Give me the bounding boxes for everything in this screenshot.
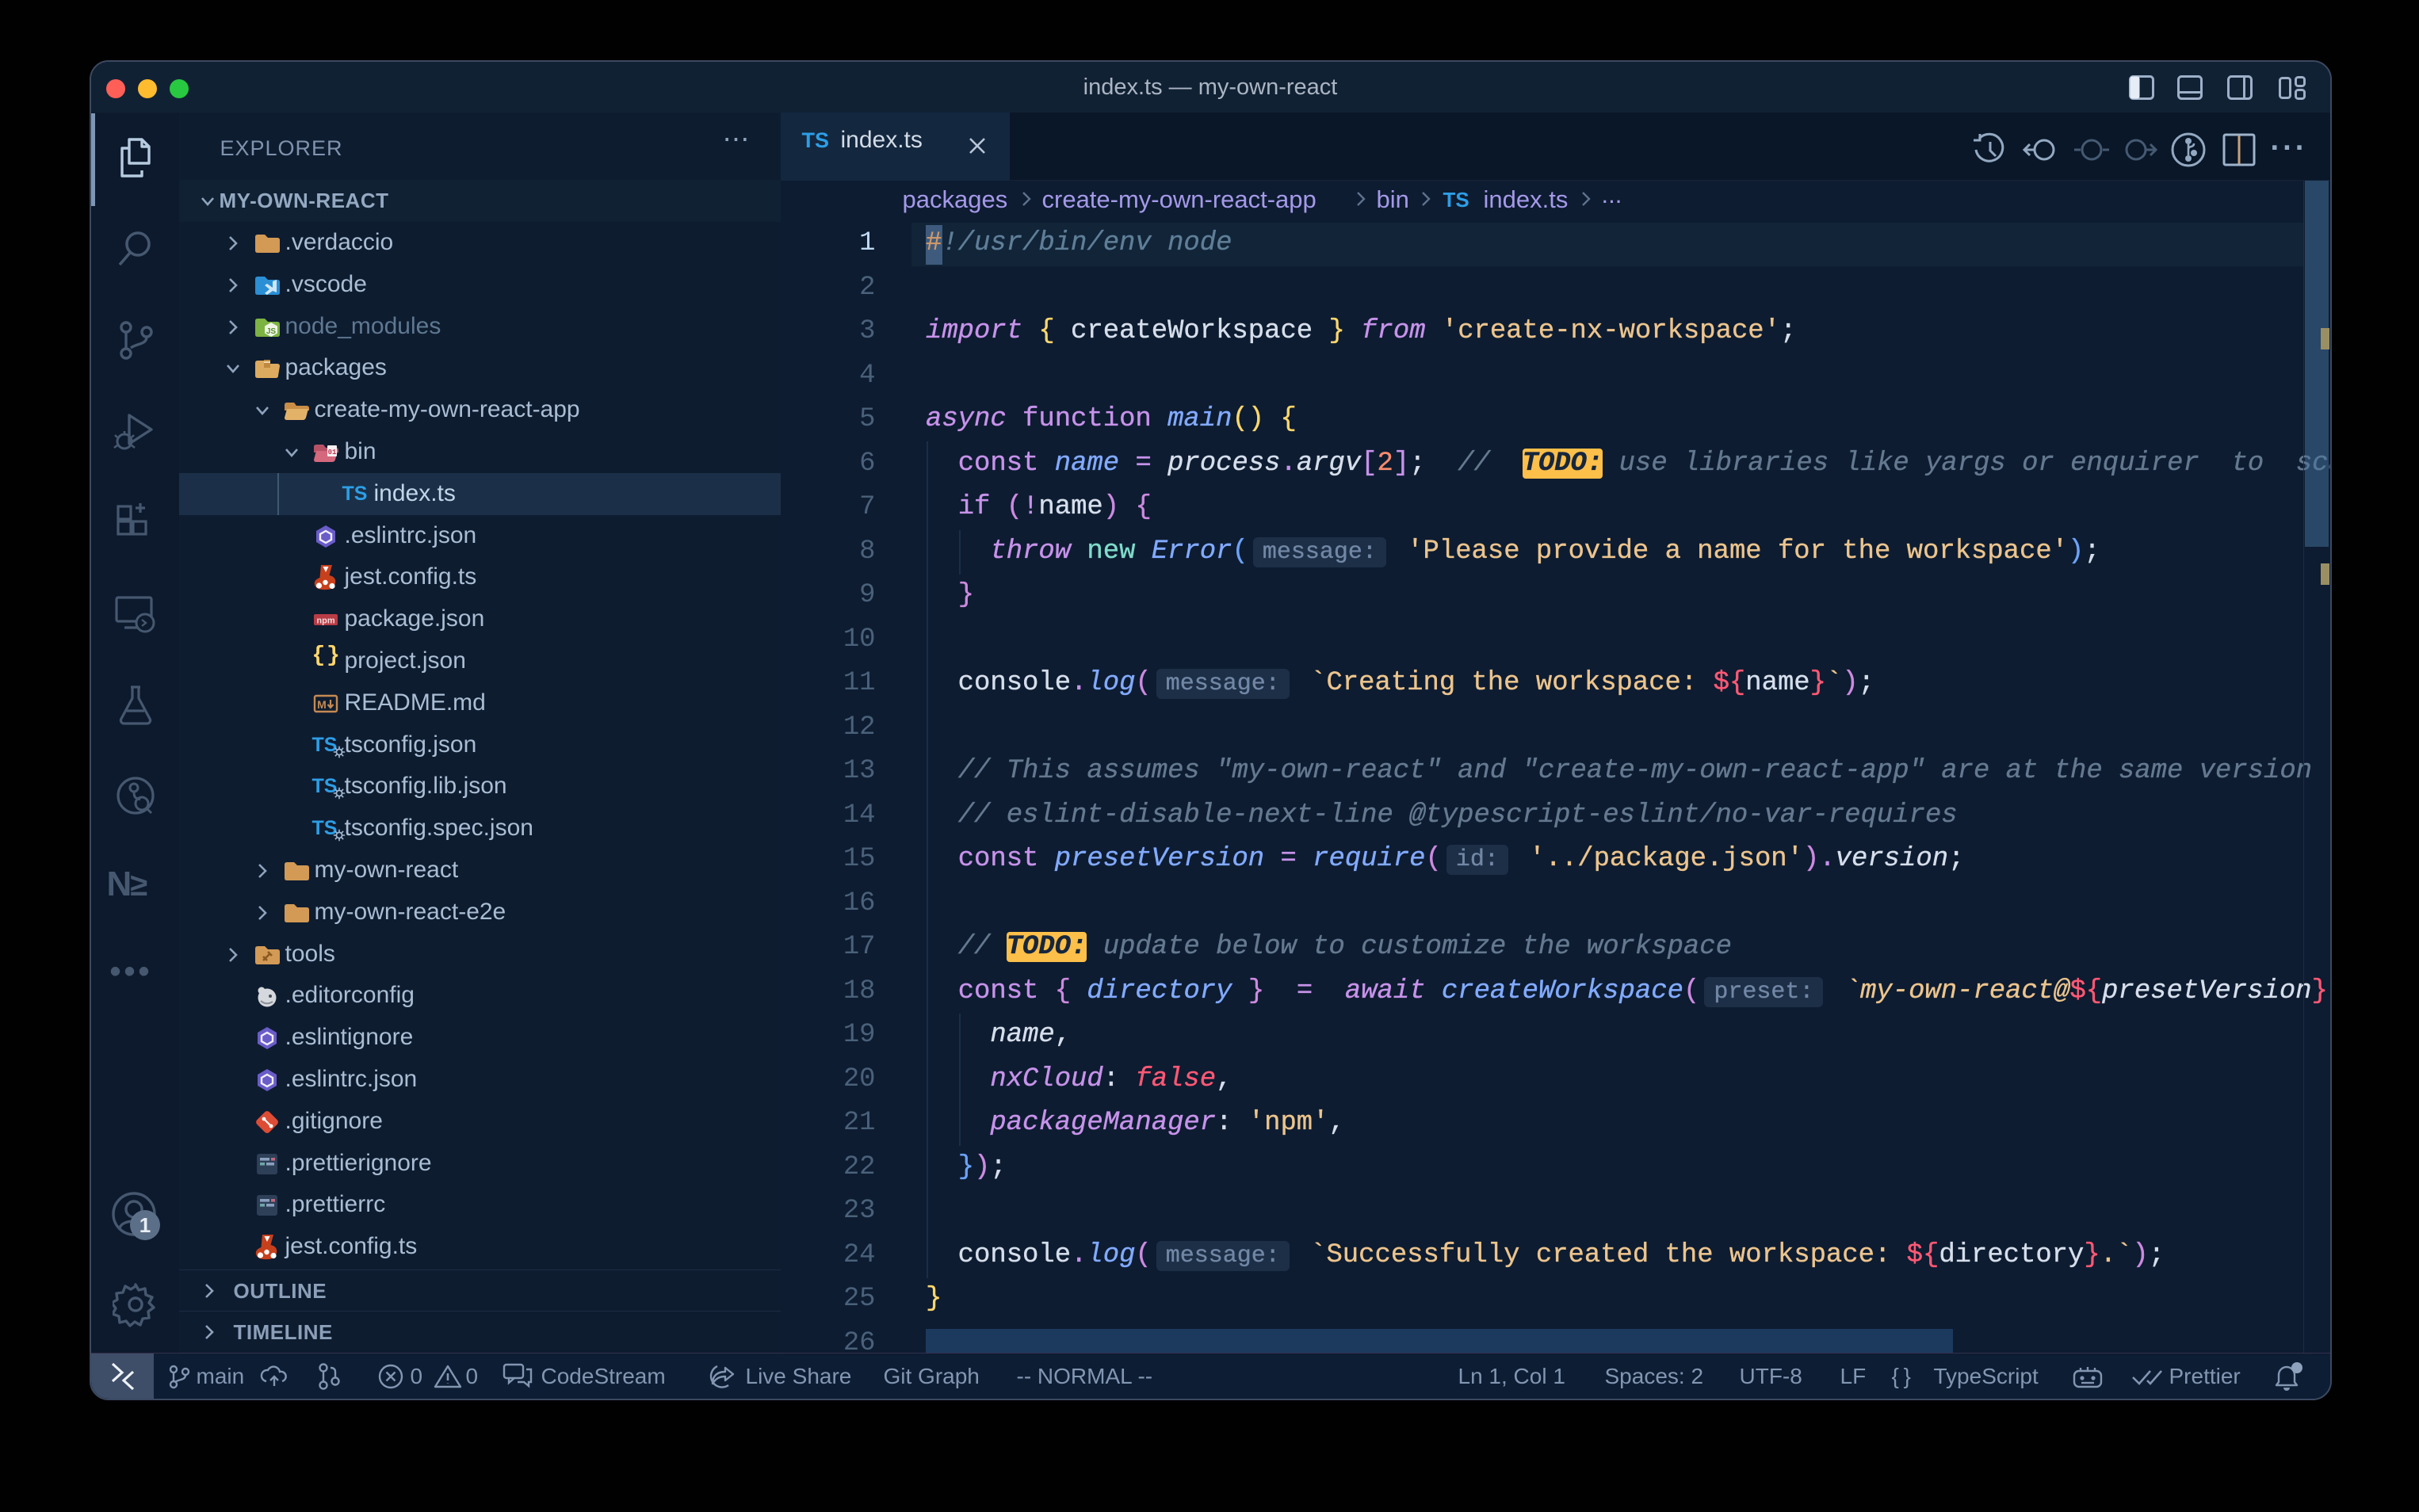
svg-text:1: 1 <box>139 1213 150 1237</box>
svg-text:01: 01 <box>327 449 336 456</box>
svg-text:JS: JS <box>266 327 276 336</box>
svg-text:M: M <box>317 698 327 711</box>
svg-text:npm: npm <box>316 617 334 626</box>
